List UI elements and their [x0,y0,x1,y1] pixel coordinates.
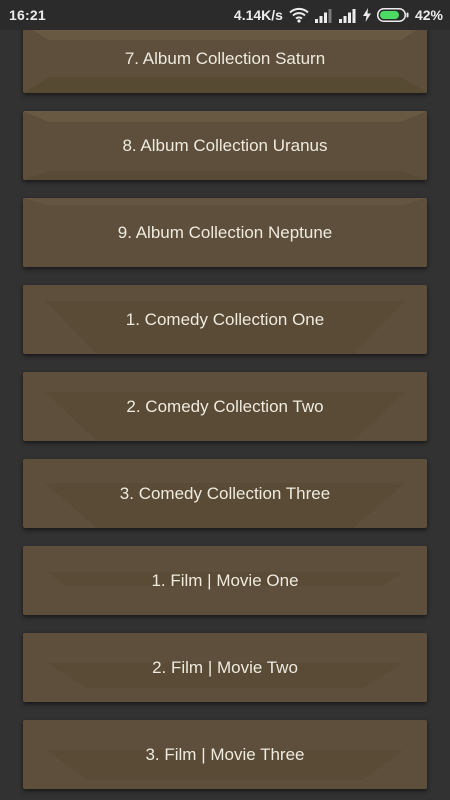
collection-button-comedy-two[interactable]: 2. Comedy Collection Two [23,372,427,441]
collection-button-album-neptune[interactable]: 9. Album Collection Neptune [23,198,427,267]
status-indicators: 4.14K/s 42% [234,6,443,24]
collection-button-comedy-three[interactable]: 3. Comedy Collection Three [23,459,427,528]
signal-icon [338,8,356,23]
collection-button-label: 2. Comedy Collection Two [126,397,324,416]
charging-icon [362,8,371,22]
collection-button-album-saturn[interactable]: 7. Album Collection Saturn [23,24,427,93]
battery-icon [376,8,409,22]
collection-button-label: 3. Film | Movie Three [145,745,305,764]
network-speed: 4.14K/s [233,7,283,23]
collection-button-label: 8. Album Collection Uranus [122,136,328,155]
collection-button-album-uranus[interactable]: 8. Album Collection Uranus [23,111,427,180]
collection-button-label: 2. Film | Movie Two [152,658,298,677]
collection-button-label: 9. Album Collection Neptune [117,223,333,242]
collection-button-label: 1. Film | Movie One [151,571,299,590]
status-time: 16:21 [9,7,46,23]
collection-button-label: 1. Comedy Collection One [125,310,325,329]
collection-button-film-one[interactable]: 1. Film | Movie One [23,546,427,615]
signal-icon [314,8,332,23]
collection-button-film-two[interactable]: 2. Film | Movie Two [23,633,427,702]
collection-button-film-three[interactable]: 3. Film | Movie Three [23,720,427,789]
collection-button-label: 3. Comedy Collection Three [119,484,331,503]
status-bar: 16:21 4.14K/s 42% [0,0,450,30]
wifi-icon [289,7,309,23]
collection-button-label: 7. Album Collection Saturn [124,49,326,68]
collection-button-comedy-one[interactable]: 1. Comedy Collection One [23,285,427,354]
battery-percent: 42% [414,7,443,23]
